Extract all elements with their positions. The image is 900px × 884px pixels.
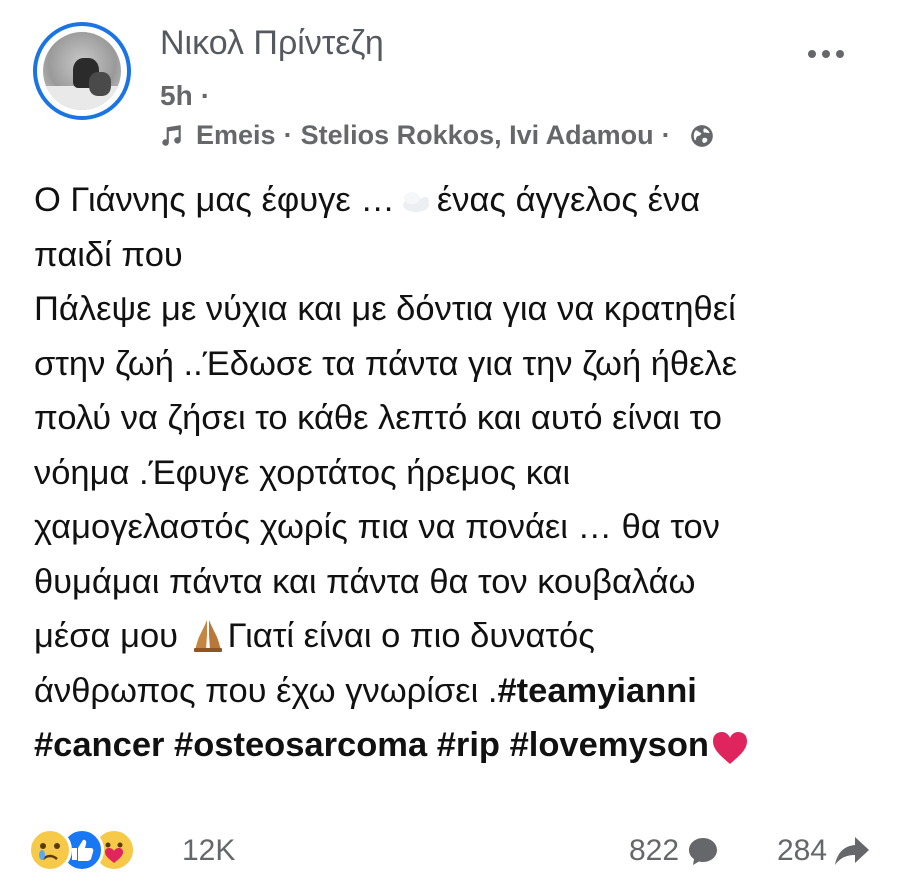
- post-text-line: #cancer #osteosarcoma #rip #lovemyson: [34, 718, 874, 773]
- privacy-separator: ·: [661, 120, 671, 150]
- reactions-summary[interactable]: [28, 828, 136, 872]
- author-avatar[interactable]: [33, 22, 131, 120]
- post-text-line: μέσα μου Γιατί είναι ο πιο δυνατός: [34, 617, 595, 655]
- music-note-icon: [162, 124, 181, 146]
- avatar-photo: [43, 32, 121, 110]
- post-text-line: χαμογελαστός χωρίς πια να πονάει … θα το…: [34, 508, 720, 546]
- post-text-line: νόημα .Έφυγε χορτάτος ήρεμος και: [34, 453, 571, 492]
- hashtags[interactable]: #cancer #osteosarcoma #rip #lovemyson: [34, 726, 709, 764]
- meta-separator: ·: [200, 80, 211, 111]
- facebook-post: Νικολ Πρίντεζη 5h · Emeis · Stelios Rokk…: [0, 0, 900, 884]
- music-title[interactable]: Emeis: [196, 120, 276, 151]
- music-separator: ·: [283, 120, 293, 150]
- globe-icon[interactable]: [689, 123, 715, 149]
- music-artists[interactable]: Stelios Rokkos, Ivi Adamou: [301, 120, 654, 151]
- post-time[interactable]: 5h: [160, 80, 193, 112]
- post-text-line: άνθρωπος που έχω γνωρίσει .#teamyianni: [34, 671, 697, 710]
- praying-hands-emoji: [193, 620, 222, 652]
- reactions-count[interactable]: 12K: [182, 834, 235, 868]
- post-footer: 12K 822 284: [24, 824, 884, 880]
- post-meta: 5h ·: [160, 80, 210, 112]
- hashtag[interactable]: #teamyianni: [497, 672, 696, 710]
- author-name[interactable]: Νικολ Πρίντεζη: [160, 24, 384, 63]
- comments-summary[interactable]: 822: [629, 834, 719, 868]
- dove-emoji: [402, 191, 429, 212]
- share-icon: [835, 837, 870, 865]
- red-heart-emoji: [713, 732, 748, 764]
- shares-summary[interactable]: 284: [777, 834, 871, 868]
- sad-reaction-icon: [28, 828, 72, 872]
- comments-count: 822: [629, 834, 680, 867]
- comment-icon: [689, 838, 718, 865]
- shares-count: 284: [777, 834, 828, 867]
- post-text-line: πολύ να ζήσει το κάθε λεπτό και αυτό είν…: [34, 399, 722, 437]
- more-options-icon[interactable]: [808, 50, 844, 58]
- post-text: Ο Γιάννης μας έφυγε … ένας άγγελος ένα πα…: [34, 173, 874, 773]
- post-text-line: παιδί που: [34, 235, 183, 274]
- post-text-line: Ο Γιάννης μας έφυγε … ένας άγγελος ένα: [34, 181, 701, 219]
- post-text-line: στην ζωή ..Έδωσε τα πάντα για την ζωή ήθ…: [34, 344, 738, 383]
- post-text-line: Πάλεψε με νύχια και με δόντια για να κρα…: [34, 290, 736, 328]
- post-text-line: θυμάμαι πάντα και πάντα θα τον κουβαλάω: [34, 562, 696, 601]
- music-attachment[interactable]: Emeis · Stelios Rokkos, Ivi Adamou ·: [158, 120, 715, 151]
